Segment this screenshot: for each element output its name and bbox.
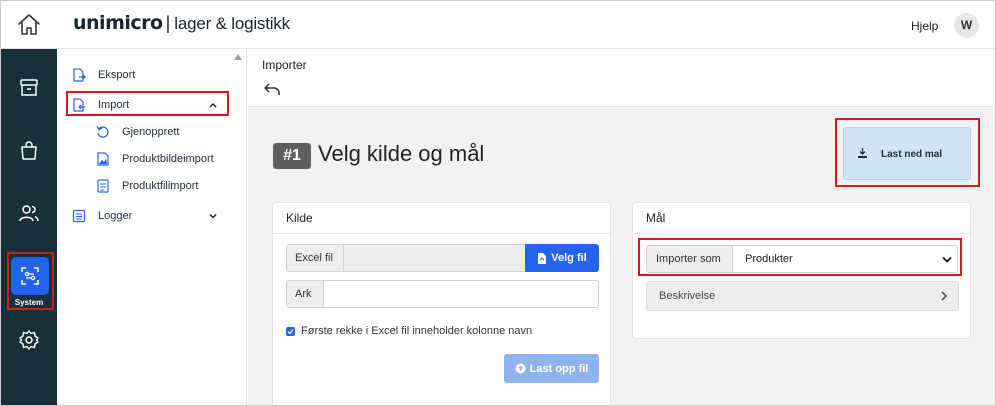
excel-file-field[interactable] xyxy=(343,244,526,272)
highlight-system xyxy=(7,252,54,310)
image-import-icon xyxy=(97,152,109,166)
chevron-right-icon xyxy=(941,291,948,301)
upload-file-button[interactable]: Last opp fil xyxy=(504,354,599,383)
checkmark-icon xyxy=(287,329,294,335)
shopping-bag-icon[interactable] xyxy=(18,139,40,161)
highlight-download xyxy=(835,118,980,187)
app-logo[interactable]: unimicro | lager & logistikk xyxy=(73,12,290,34)
first-row-checkbox-label[interactable]: Første rekke i Excel fil inneholder kolo… xyxy=(301,325,532,337)
sidebar-item-produktfilimport[interactable]: Produktfilimport xyxy=(57,175,246,197)
first-row-checkbox[interactable] xyxy=(286,327,295,336)
chevron-down-icon xyxy=(209,213,217,219)
step-badge: #1 xyxy=(273,143,311,169)
sidebar: Eksport Import Gjenopprett Produktbildei… xyxy=(57,49,247,405)
sidebar-item-label: Gjenopprett xyxy=(122,126,180,138)
main-content: Importer #1 Velg kilde og mål Last ned m… xyxy=(248,49,995,405)
breadcrumb[interactable]: Importer xyxy=(262,58,307,72)
target-card-title: Mål xyxy=(646,211,666,225)
scroll-up-arrow[interactable] xyxy=(234,54,242,60)
left-rail: System xyxy=(1,49,57,405)
sidebar-item-label: Produktfilimport xyxy=(122,180,199,192)
choose-file-button[interactable]: Velg fil xyxy=(525,244,599,272)
file-upload-icon xyxy=(538,252,547,264)
export-file-icon xyxy=(73,68,86,82)
home-icon[interactable] xyxy=(16,13,42,37)
sidebar-item-produktbildeimport[interactable]: Produktbildeimport xyxy=(57,148,246,170)
choose-file-label: Velg fil xyxy=(551,252,587,264)
logo-product: lager & logistikk xyxy=(174,14,290,33)
description-label: Beskrivelse xyxy=(659,290,716,302)
sidebar-item-gjenopprett[interactable]: Gjenopprett xyxy=(57,121,246,143)
sidebar-item-label: Logger xyxy=(98,210,133,222)
sidebar-item-eksport[interactable]: Eksport xyxy=(57,64,246,86)
card-divider xyxy=(633,233,970,234)
card-divider xyxy=(273,233,610,234)
source-card: Kilde Excel fil Velg fil Ark Første rekk… xyxy=(272,202,611,405)
sidebar-item-label: Produktbildeimport xyxy=(122,153,214,165)
users-icon[interactable] xyxy=(18,202,40,224)
archive-icon[interactable] xyxy=(18,77,40,99)
app-window: unimicro | lager & logistikk Hjelp W Sys… xyxy=(0,0,996,406)
sidebar-item-label: Eksport xyxy=(98,69,136,81)
file-import-icon xyxy=(97,179,109,193)
page-header: Importer xyxy=(248,49,995,107)
page-title: Velg kilde og mål xyxy=(318,141,485,166)
highlight-import xyxy=(66,91,229,116)
sheet-label: Ark xyxy=(286,280,324,308)
sidebar-item-logger[interactable]: Logger xyxy=(57,205,246,227)
gear-icon[interactable] xyxy=(18,329,40,351)
description-expander[interactable]: Beskrivelse xyxy=(646,281,959,311)
upload-circle-icon xyxy=(515,363,526,374)
log-icon xyxy=(72,209,86,223)
upload-file-label: Last opp fil xyxy=(529,362,589,375)
highlight-import-as xyxy=(638,238,962,276)
logo-brand: unimicro xyxy=(73,12,163,34)
restore-icon xyxy=(96,126,109,138)
back-arrow-icon[interactable] xyxy=(263,81,281,97)
top-bar: unimicro | lager & logistikk Hjelp W xyxy=(1,1,995,49)
logo-separator: | xyxy=(165,13,171,33)
user-avatar[interactable]: W xyxy=(954,13,979,38)
source-card-title: Kilde xyxy=(286,211,313,225)
help-link[interactable]: Hjelp xyxy=(911,19,938,33)
sheet-field[interactable] xyxy=(323,280,599,308)
excel-file-label: Excel fil xyxy=(286,244,344,272)
